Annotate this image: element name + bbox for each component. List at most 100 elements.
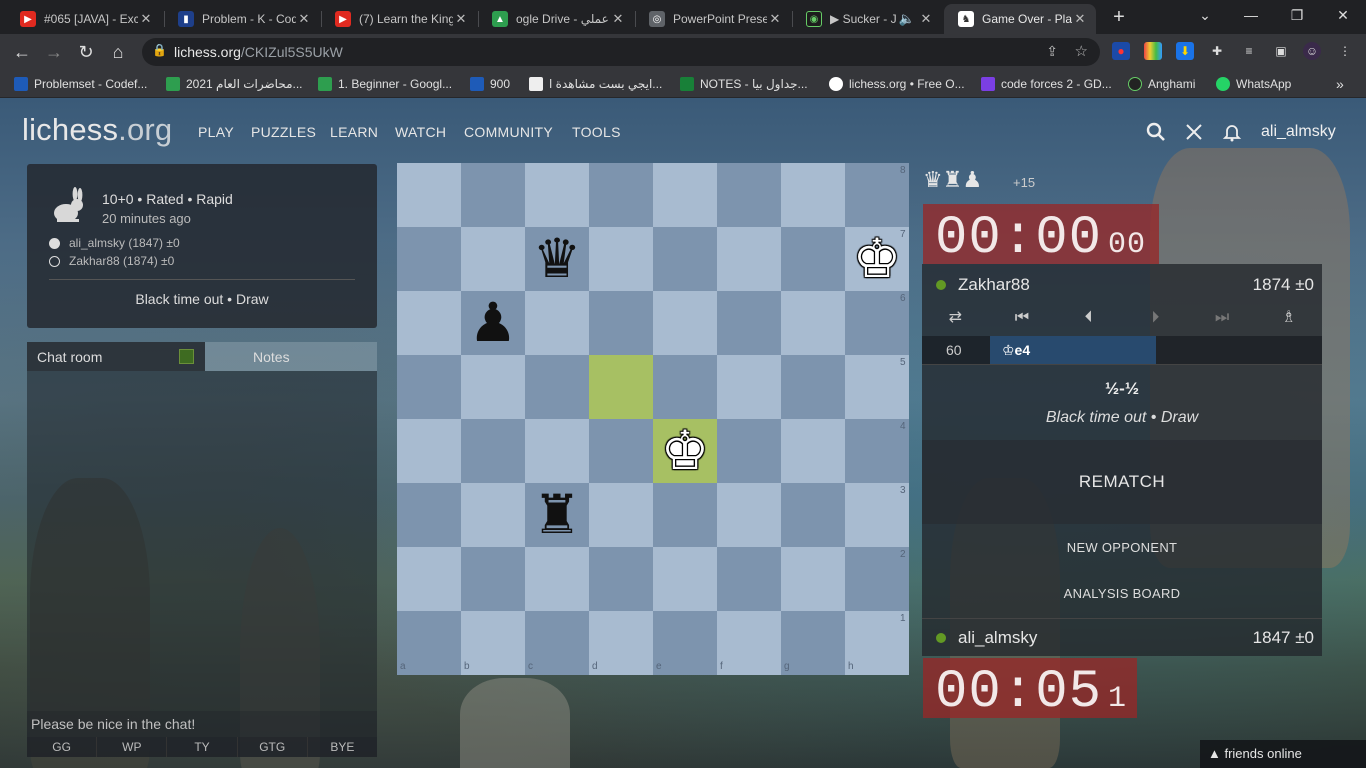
square-e6[interactable] [653, 291, 717, 355]
bookmark-item[interactable]: NOTES - جداول بيا... [680, 76, 808, 92]
black-player-link[interactable]: Zakhar88 (1874) ±0 [69, 254, 174, 268]
browser-tab[interactable]: ▶ #065 [JAVA] - Exc ✕ [6, 4, 162, 34]
square-b7[interactable] [461, 227, 525, 291]
friends-online-button[interactable]: ▲ friends online [1200, 740, 1366, 768]
square-f8[interactable] [717, 163, 781, 227]
bookmark-item[interactable]: محاضرات العام 2021... [166, 76, 303, 92]
square-d7[interactable] [589, 227, 653, 291]
player-name[interactable]: ali_almsky [958, 628, 1037, 648]
opponent-name[interactable]: Zakhar88 [958, 275, 1030, 295]
square-a3[interactable] [397, 483, 461, 547]
nav-puzzles[interactable]: PUZZLES [251, 124, 316, 140]
back-arrow-icon[interactable]: ← [10, 40, 34, 64]
white-king[interactable]: ♚ [653, 419, 717, 483]
search-icon[interactable] [1146, 122, 1166, 147]
extension-icon[interactable] [1144, 42, 1162, 60]
address-bar[interactable]: 🔒 lichess.org/CKIZul5S5UkW ⇪ ☆ [142, 38, 1100, 66]
close-icon[interactable]: ✕ [610, 11, 626, 27]
prev-move-icon[interactable]: ⏴ [1055, 304, 1122, 332]
bookmark-item[interactable]: ايجي بست مشاهدة ا... [529, 76, 662, 92]
extension-icon[interactable]: ● [1112, 42, 1130, 60]
close-window-icon[interactable]: ✕ [1320, 0, 1366, 32]
square-a2[interactable] [397, 547, 461, 611]
square-c1[interactable] [525, 611, 589, 675]
analysis-icon[interactable]: ♗ [1255, 304, 1322, 332]
square-d5[interactable] [589, 355, 653, 419]
download-extension-icon[interactable]: ⬇ [1176, 42, 1194, 60]
black-king[interactable]: ♚ [845, 227, 909, 291]
tab-search-icon[interactable]: ⌄ [1182, 0, 1228, 32]
nav-play[interactable]: PLAY [198, 124, 234, 140]
square-f3[interactable] [717, 483, 781, 547]
black-rook[interactable]: ♜ [525, 483, 589, 547]
square-e5[interactable] [653, 355, 717, 419]
browser-tab[interactable]: ▶ (7) Learn the King ✕ [321, 4, 477, 34]
square-f1[interactable] [717, 611, 781, 675]
square-a8[interactable] [397, 163, 461, 227]
nav-watch[interactable]: WATCH [395, 124, 446, 140]
square-c5[interactable] [525, 355, 589, 419]
square-g2[interactable] [781, 547, 845, 611]
square-b8[interactable] [461, 163, 525, 227]
square-c6[interactable] [525, 291, 589, 355]
chess-board[interactable]: 8 7 6 5 4 3 2 1 a b c d e f g h ♛ ♚ ♟ ♚ ♜ [397, 163, 909, 675]
preset-gg-button[interactable]: GG [27, 737, 98, 757]
square-b3[interactable] [461, 483, 525, 547]
last-move-icon[interactable]: ⏭ [1189, 304, 1256, 332]
square-d8[interactable] [589, 163, 653, 227]
bookmark-item[interactable]: Anghami [1128, 76, 1195, 92]
menu-dots-icon[interactable]: ⋮ [1336, 42, 1354, 60]
square-g6[interactable] [781, 291, 845, 355]
star-icon[interactable]: ☆ [1075, 42, 1088, 60]
chat-toggle-checkbox[interactable] [179, 349, 194, 364]
site-logo[interactable]: lichess.org [22, 112, 172, 148]
preset-wp-button[interactable]: WP [97, 737, 168, 757]
square-c4[interactable] [525, 419, 589, 483]
sidepanel-icon[interactable]: ▣ [1272, 42, 1290, 60]
square-g5[interactable] [781, 355, 845, 419]
bookmark-item[interactable]: WhatsApp [1216, 76, 1291, 92]
preset-ty-button[interactable]: TY [167, 737, 238, 757]
close-icon[interactable]: ✕ [918, 11, 934, 27]
next-move-icon[interactable]: ⏵ [1122, 304, 1189, 332]
reload-icon[interactable]: ↻ [74, 40, 98, 64]
close-icon[interactable]: ✕ [767, 11, 783, 27]
square-a5[interactable] [397, 355, 461, 419]
square-a6[interactable] [397, 291, 461, 355]
share-icon[interactable]: ⇪ [1046, 43, 1058, 60]
browser-tab[interactable]: ▲ ogle Drive - عملي ✕ [478, 4, 634, 34]
square-f7[interactable] [717, 227, 781, 291]
square-c2[interactable] [525, 547, 589, 611]
square-b1[interactable] [461, 611, 525, 675]
profile-avatar-icon[interactable]: ☺ [1303, 42, 1321, 60]
square-f2[interactable] [717, 547, 781, 611]
nav-tools[interactable]: TOOLS [572, 124, 621, 140]
close-icon[interactable]: ✕ [1072, 11, 1088, 27]
square-d6[interactable] [589, 291, 653, 355]
close-icon[interactable]: ✕ [453, 11, 469, 27]
more-bookmarks-icon[interactable]: » [1336, 76, 1344, 92]
square-f6[interactable] [717, 291, 781, 355]
square-d1[interactable] [589, 611, 653, 675]
square-d3[interactable] [589, 483, 653, 547]
bookmark-item[interactable]: lichess.org • Free O... [829, 76, 965, 92]
square-g3[interactable] [781, 483, 845, 547]
nav-community[interactable]: COMMUNITY [464, 124, 553, 140]
square-f4[interactable] [717, 419, 781, 483]
swords-icon[interactable] [1184, 122, 1204, 147]
square-a1[interactable] [397, 611, 461, 675]
chat-input[interactable]: Please be nice in the chat! [27, 711, 377, 737]
close-icon[interactable]: ✕ [138, 11, 154, 27]
browser-tab[interactable]: ▮ Problem - K - Cod ✕ [164, 4, 320, 34]
white-player-link[interactable]: ali_almsky (1847) ±0 [69, 236, 180, 250]
close-icon[interactable]: ✕ [296, 11, 312, 27]
square-e1[interactable] [653, 611, 717, 675]
speaker-icon[interactable]: 🔈 [896, 11, 918, 27]
nav-learn[interactable]: LEARN [330, 124, 378, 140]
puzzle-icon[interactable]: ✚ [1208, 42, 1226, 60]
square-e2[interactable] [653, 547, 717, 611]
bookmark-item[interactable]: 900 [470, 76, 510, 92]
square-b5[interactable] [461, 355, 525, 419]
user-menu[interactable]: ali_almsky [1261, 123, 1336, 141]
new-opponent-button[interactable]: NEW OPPONENT [922, 540, 1322, 555]
